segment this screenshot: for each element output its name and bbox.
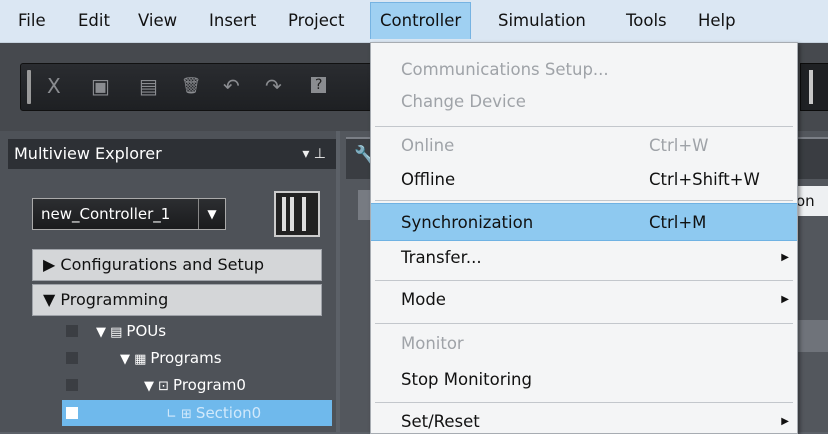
dropdown-arrow-icon[interactable]: ▼ [198, 199, 225, 229]
tree-item-label: POUs [126, 322, 167, 340]
menu-insert[interactable]: Insert [205, 9, 260, 32]
menu-item-label: Offline [401, 170, 456, 189]
menu-bar: File Edit View Insert Project Controller… [0, 0, 828, 43]
menu-item-label: Transfer... [401, 248, 482, 267]
copy-icon[interactable]: ▣ [91, 74, 110, 98]
tree-item-section0[interactable]: ∟ ⊞ Section0 [62, 400, 332, 426]
menu-item-online[interactable]: Online Ctrl+W [371, 127, 797, 165]
expand-icon[interactable]: ▼ ⊡ [144, 374, 169, 400]
document-strip [796, 320, 828, 352]
menu-tools[interactable]: Tools [622, 9, 671, 32]
menu-item-shortcut: Ctrl+Shift+W [649, 170, 760, 189]
pin-icon[interactable]: ▾ ⊥ [302, 139, 326, 169]
controller-select-value: new_Controller_1 [41, 205, 171, 223]
menu-project[interactable]: Project [284, 9, 348, 32]
menu-controller[interactable]: Controller [370, 2, 472, 39]
expand-icon[interactable]: ▼ ▤ [96, 320, 122, 346]
delete-icon[interactable]: 🗑 [181, 76, 201, 95]
toolbar-grip[interactable] [27, 70, 31, 104]
menu-item-label: Monitor [401, 334, 464, 353]
menu-separator [375, 323, 793, 324]
section-programming[interactable]: ▼ Programming [32, 284, 322, 316]
cut-icon[interactable]: X [47, 74, 61, 98]
explorer-title: Multiview Explorer [14, 144, 162, 163]
menu-item-label: Change Device [401, 92, 526, 111]
submenu-arrow-icon: ▶ [781, 252, 789, 263]
toolbar-strip-right [800, 63, 828, 111]
submenu-arrow-icon: ▶ [781, 416, 789, 427]
tree-status-marker [66, 407, 78, 419]
tree-item-label: Section0 [195, 404, 262, 422]
toolbar-strip: X ▣ ▤ 🗑 ↶ ↷ ? [20, 63, 382, 111]
tree-item-programs[interactable]: ▼ ▦ Programs [62, 345, 332, 371]
section-icon: ∟ ⊞ [166, 407, 192, 422]
controller-select[interactable]: new_Controller_1 ▼ [32, 198, 226, 230]
tree-item-program0[interactable]: ▼ ⊡ Program0 [62, 372, 332, 398]
menu-help[interactable]: Help [694, 9, 740, 32]
section-configurations-and-setup[interactable]: ▶ Configurations and Setup [32, 249, 322, 281]
menu-view[interactable]: View [134, 9, 181, 32]
multiview-explorer-panel: Multiview Explorer ▾ ⊥ new_Controller_1 … [0, 131, 336, 432]
submenu-arrow-icon: ▶ [781, 294, 789, 305]
menu-item-offline[interactable]: Offline Ctrl+Shift+W [371, 161, 797, 199]
redo-icon[interactable]: ↷ [265, 74, 282, 98]
menu-item-mode[interactable]: Mode ▶ [371, 281, 797, 319]
menu-item-set-reset[interactable]: Set/Reset ▶ [371, 403, 797, 433]
tree-status-marker [66, 379, 78, 391]
document-tab-partial[interactable]: on [796, 186, 828, 216]
menu-item-change-device[interactable]: Change Device [371, 83, 797, 121]
explorer-title-bar: Multiview Explorer ▾ ⊥ [8, 139, 336, 169]
menu-simulation[interactable]: Simulation [494, 9, 590, 32]
help-icon[interactable]: ? [311, 77, 327, 93]
menu-item-shortcut: Ctrl+W [649, 136, 709, 155]
tree-item-label: Program0 [173, 376, 246, 394]
menu-item-shortcut: Ctrl+M [649, 213, 707, 232]
undo-icon[interactable]: ↶ [223, 74, 240, 98]
menu-item-label: Mode [401, 290, 446, 309]
menu-file[interactable]: File [14, 9, 50, 32]
device-slot [282, 197, 286, 231]
menu-item-stop-monitoring[interactable]: Stop Monitoring [371, 361, 797, 399]
menu-item-label: Stop Monitoring [401, 370, 532, 389]
device-slot [290, 197, 294, 231]
toolbar-grip-right[interactable] [809, 70, 813, 104]
device-slot [302, 197, 306, 231]
menu-item-synchronization[interactable]: Synchronization Ctrl+M [371, 203, 797, 241]
menu-item-monitor[interactable]: Monitor [371, 325, 797, 363]
controller-menu: Communications Setup... Change Device On… [370, 42, 798, 434]
document-tab-partial-label: on [796, 192, 815, 210]
tree-status-marker [66, 352, 78, 364]
menu-separator [375, 200, 793, 201]
menu-item-label: Set/Reset [401, 412, 480, 431]
tree-item-label: Programs [150, 349, 222, 367]
tree-status-marker [66, 325, 78, 337]
controller-device-icon [274, 191, 320, 237]
expand-icon[interactable]: ▼ ▦ [120, 347, 146, 373]
menu-edit[interactable]: Edit [74, 9, 114, 32]
menu-item-label: Online [401, 136, 455, 155]
paste-icon[interactable]: ▤ [139, 74, 158, 98]
tree-item-pous[interactable]: ▼ ▤ POUs [62, 318, 332, 344]
menu-item-label: Synchronization [401, 213, 534, 232]
menu-item-transfer[interactable]: Transfer... ▶ [371, 239, 797, 277]
